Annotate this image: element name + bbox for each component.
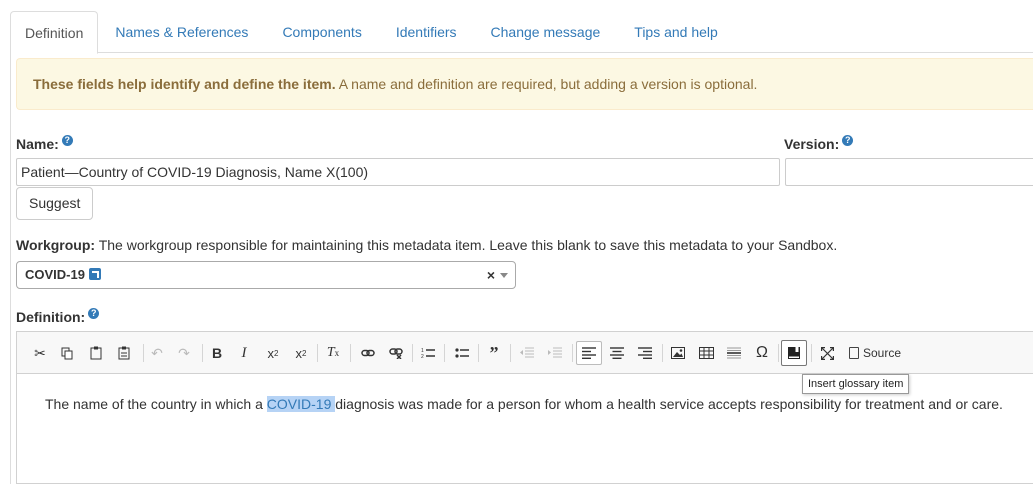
tooltip: Insert glossary item [802,374,910,394]
definition-label-text: Definition: [16,309,86,325]
name-input[interactable]: Patient—Country of COVID-19 Diagnosis, N… [16,158,780,186]
unlink-icon[interactable] [384,341,408,365]
outdent-icon[interactable] [515,341,539,365]
definition-text-rest: diagnosis was made for a person for whom… [335,396,1003,412]
info-alert: These fields help identify and define th… [16,58,1033,110]
clear-icon[interactable]: × [487,262,495,288]
superscript-icon[interactable]: x2 [289,341,313,365]
tab-components[interactable]: Components [265,11,378,53]
paste-icon[interactable] [84,341,108,365]
editor-toolbar: ✂ ↶ ↷ B I x2 x2 Tx 12 ” Ω Source Insert … [17,332,1033,394]
align-right-icon[interactable] [633,341,657,365]
toolbar-separator [444,344,445,362]
external-link-icon[interactable] [88,268,101,280]
version-label-text: Version: [784,136,840,152]
workgroup-selected: COVID-19 [25,262,101,288]
toolbar-separator [572,344,573,362]
toolbar-separator [510,344,511,362]
subscript-icon[interactable]: x2 [261,341,285,365]
toolbar-separator [478,344,479,362]
svg-text:2: 2 [421,354,424,359]
source-button[interactable]: Source [849,341,901,365]
redo-icon[interactable]: ↷ [172,341,196,365]
glossary-icon[interactable] [781,340,807,366]
toolbar-separator [662,344,663,362]
definition-editor[interactable]: ✂ ↶ ↷ B I x2 x2 Tx 12 ” Ω Source Insert … [16,331,1033,484]
suggest-button[interactable]: Suggest [16,187,94,220]
version-label: Version:? [784,135,854,152]
bold-icon[interactable]: B [205,341,229,365]
tab-change-message[interactable]: Change message [474,11,618,53]
tab-definition[interactable]: Definition [10,11,99,54]
editor-content[interactable]: The name of the country in which a COVID… [45,396,1003,412]
cut-icon[interactable]: ✂ [28,341,52,365]
undo-icon[interactable]: ↶ [145,341,169,365]
panel-border [10,53,11,484]
image-icon[interactable] [666,341,690,365]
link-icon[interactable] [356,341,380,365]
toolbar-separator [811,344,812,362]
definition-label: Definition:? [16,308,100,325]
question-circle-icon[interactable]: ? [61,135,73,146]
toolbar-separator [317,344,318,362]
maximize-icon[interactable] [815,341,839,365]
italic-icon[interactable]: I [232,341,256,365]
question-circle-icon[interactable]: ? [842,135,854,146]
toolbar-separator [412,344,413,362]
name-label: Name:? [16,135,73,152]
tab-bar: Definition Names & References Components… [10,11,1033,54]
copy-icon[interactable] [55,341,79,365]
tab-tips-help[interactable]: Tips and help [617,11,735,53]
source-label: Source [863,346,902,360]
blockquote-icon[interactable]: ” [482,341,506,365]
bulleted-list-icon[interactable] [450,341,474,365]
tab-identifiers[interactable]: Identifiers [379,11,474,53]
tab-names-references[interactable]: Names & References [98,11,265,53]
toolbar-separator [778,344,779,362]
chevron-down-icon[interactable] [500,273,508,278]
source-icon [849,347,859,359]
question-circle-icon[interactable]: ? [88,308,100,319]
align-left-icon[interactable] [576,341,602,365]
workgroup-select[interactable]: COVID-19 × [16,261,516,289]
workgroup-label-row: Workgroup: The workgroup responsible for… [16,237,837,253]
alert-bold-text: These fields help identify and define th… [33,76,336,92]
align-center-icon[interactable] [605,341,629,365]
name-label-text: Name: [16,136,59,152]
version-input[interactable] [785,158,1033,186]
selected-text[interactable]: COVID-19 [266,396,336,412]
alert-text: A name and definition are required, but … [335,76,758,92]
workgroup-selected-text: COVID-19 [25,267,85,282]
toolbar-separator [143,344,144,362]
special-char-icon[interactable]: Ω [750,341,774,365]
table-icon[interactable] [694,341,718,365]
numbered-list-icon[interactable]: 12 [416,341,440,365]
toolbar-separator [350,344,351,362]
paste-text-icon[interactable] [112,341,136,365]
definition-text: The name of the country in which a [45,396,267,412]
workgroup-label: Workgroup: [16,237,96,253]
toolbar-separator [202,344,203,362]
workgroup-description: The workgroup responsible for maintainin… [95,237,838,253]
horizontal-line-icon[interactable] [722,341,746,365]
remove-format-icon[interactable]: Tx [321,341,345,365]
indent-icon[interactable] [543,341,567,365]
